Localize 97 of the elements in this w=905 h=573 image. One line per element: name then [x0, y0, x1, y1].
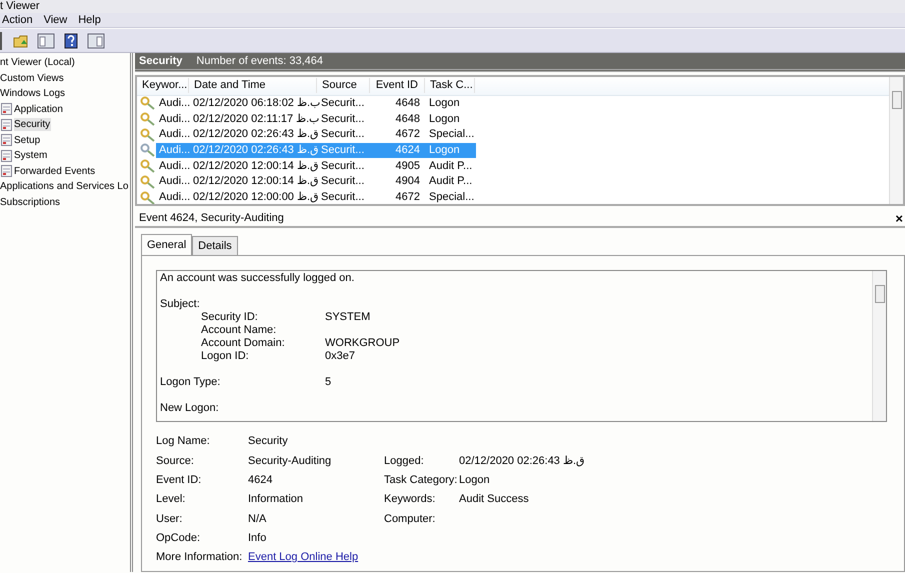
tree-item[interactable]: Forwarded Events	[14, 164, 96, 178]
table-cell-text: 4672	[394, 190, 421, 204]
property-label: Log Name:	[156, 434, 211, 449]
property-label: Task Category:	[384, 473, 458, 488]
event-count: Number of events: 33,464	[196, 54, 323, 68]
detail-title: Event 4624, Security-Auditing	[139, 211, 284, 226]
property-value: Security	[248, 434, 289, 449]
tree-item[interactable]: Application	[14, 102, 64, 116]
table-cell: Logon	[426, 142, 476, 158]
tree-item[interactable]: System	[14, 149, 48, 162]
property-label: OpCode:	[156, 530, 202, 546]
table-cell-text: 4648	[394, 96, 421, 111]
field-label: Account Domain:	[201, 337, 286, 350]
tab[interactable]: Details	[192, 236, 238, 256]
table-cell-text: Audit P...	[428, 174, 474, 190]
table-cell: Audi...	[156, 142, 190, 158]
tree-item[interactable]: nt Viewer (Local)	[0, 56, 76, 70]
pane-icon[interactable]	[36, 32, 56, 50]
table-cell-text: 02/12/2020 12:00:14 ق.ظ	[192, 158, 318, 174]
field-label: Logon Type:	[160, 376, 222, 390]
property-value: 4624	[248, 473, 274, 488]
description-text: An account was successfully logged on.	[160, 272, 354, 286]
column-header[interactable]: Task C...	[425, 78, 475, 93]
table-cell-text: Audi...	[158, 112, 190, 127]
table-cell-text: 02/12/2020 02:11:17 ب.ظ	[192, 112, 318, 127]
field-value: 0x3e7	[325, 350, 355, 364]
field-value: 5	[325, 376, 332, 390]
property-label: Event ID:	[156, 473, 202, 488]
column-header[interactable]: Date and Time	[189, 78, 317, 93]
table-cell-text: Audi...	[158, 96, 190, 111]
log-title: Security	[139, 54, 182, 68]
table-cell-text: Special...	[428, 190, 476, 204]
table-cell-text: Securit...	[320, 96, 366, 111]
property-value: 02/12/2020 02:26:43 ق.ظ	[459, 454, 586, 468]
menu-item[interactable]: Help	[76, 12, 101, 28]
table-cell-text: Securit...	[320, 158, 366, 174]
table-cell-text: Audi...	[158, 190, 190, 204]
column-header[interactable]: Event ID	[370, 78, 425, 93]
table-cell-text: Securit...	[320, 174, 366, 190]
table-cell-text: Securit...	[320, 127, 366, 142]
tree-item[interactable]: Security	[14, 118, 52, 132]
tree-item[interactable]: Subscriptions	[0, 196, 62, 209]
help-link[interactable]: Event Log Online Help	[248, 551, 358, 564]
property-value: Audit Success	[459, 492, 530, 507]
property-value: Logon	[459, 473, 491, 488]
property-label: Keywords:	[384, 492, 436, 507]
table-cell-text: Audit P...	[428, 158, 474, 174]
table-cell-text: Audi...	[158, 158, 190, 174]
pane-icon[interactable]	[86, 32, 106, 50]
property-value: Info	[248, 530, 268, 546]
field-value: WORKGROUP	[325, 337, 400, 350]
table-cell-text: 02/12/2020 12:00:00 ق.ظ	[192, 190, 318, 204]
column-header[interactable]: Source	[317, 78, 370, 93]
table-cell-text: 02/12/2020 12:00:14 ق.ظ	[192, 174, 318, 190]
property-label: Level:	[156, 492, 186, 507]
table-cell-text: Audi...	[158, 127, 190, 142]
table-cell-text: 02/12/2020 02:26:43 ق.ظ	[192, 127, 318, 142]
tree-item[interactable]: Setup	[14, 134, 42, 147]
tab[interactable]: General	[141, 234, 192, 256]
table-cell-text: Special...	[428, 127, 476, 142]
field-label: Account Name:	[201, 324, 278, 338]
table-cell-text: Logon	[428, 96, 461, 111]
property-value: Information	[248, 492, 304, 507]
tree-item[interactable]: Applications and Services Lo	[0, 180, 130, 194]
property-value: N/A	[248, 512, 268, 526]
table-cell-text: Logon	[428, 112, 461, 127]
menu-item[interactable]: Action	[0, 12, 33, 28]
table-cell-text: 4672	[394, 127, 421, 142]
table-cell-text: 4905	[394, 158, 421, 174]
table-cell-text: Securit...	[320, 190, 366, 204]
window-title: t Viewer	[0, 0, 40, 12]
scrollbar[interactable]	[872, 271, 886, 422]
close-button[interactable]: ×	[895, 212, 903, 225]
table-cell: Securit...	[318, 142, 371, 158]
table-cell: 02/12/2020 02:26:43 ق.ظ	[190, 142, 318, 158]
column-header[interactable]: Keywor...	[137, 78, 189, 93]
table-cell-text: Audi...	[158, 174, 190, 190]
property-label: Logged:	[384, 454, 425, 468]
description-text: Subject:	[160, 298, 200, 312]
property-label: More Information:	[156, 550, 244, 564]
table-cell-text: 4904	[394, 174, 421, 190]
property-label: User:	[156, 512, 184, 526]
field-value: SYSTEM	[325, 311, 370, 324]
scrollbar[interactable]	[889, 76, 903, 204]
property-label: Source:	[156, 454, 195, 468]
table-cell-text: 02/12/2020 06:18:02 ب.ظ	[192, 96, 318, 111]
table-cell: 4624	[371, 142, 426, 158]
field-label: Security ID:	[201, 311, 259, 324]
tree-item[interactable]: Custom Views	[0, 72, 65, 85]
description-text: New Logon:	[160, 402, 219, 416]
property-value: Security-Auditing	[248, 454, 332, 468]
menu-item[interactable]: View	[42, 12, 68, 28]
property-label: Computer:	[384, 512, 436, 526]
tree-item[interactable]: Windows Logs	[0, 87, 66, 100]
table-cell-text: 4648	[394, 112, 421, 127]
table-cell-text: Securit...	[320, 112, 366, 127]
field-label: Logon ID:	[201, 350, 250, 364]
